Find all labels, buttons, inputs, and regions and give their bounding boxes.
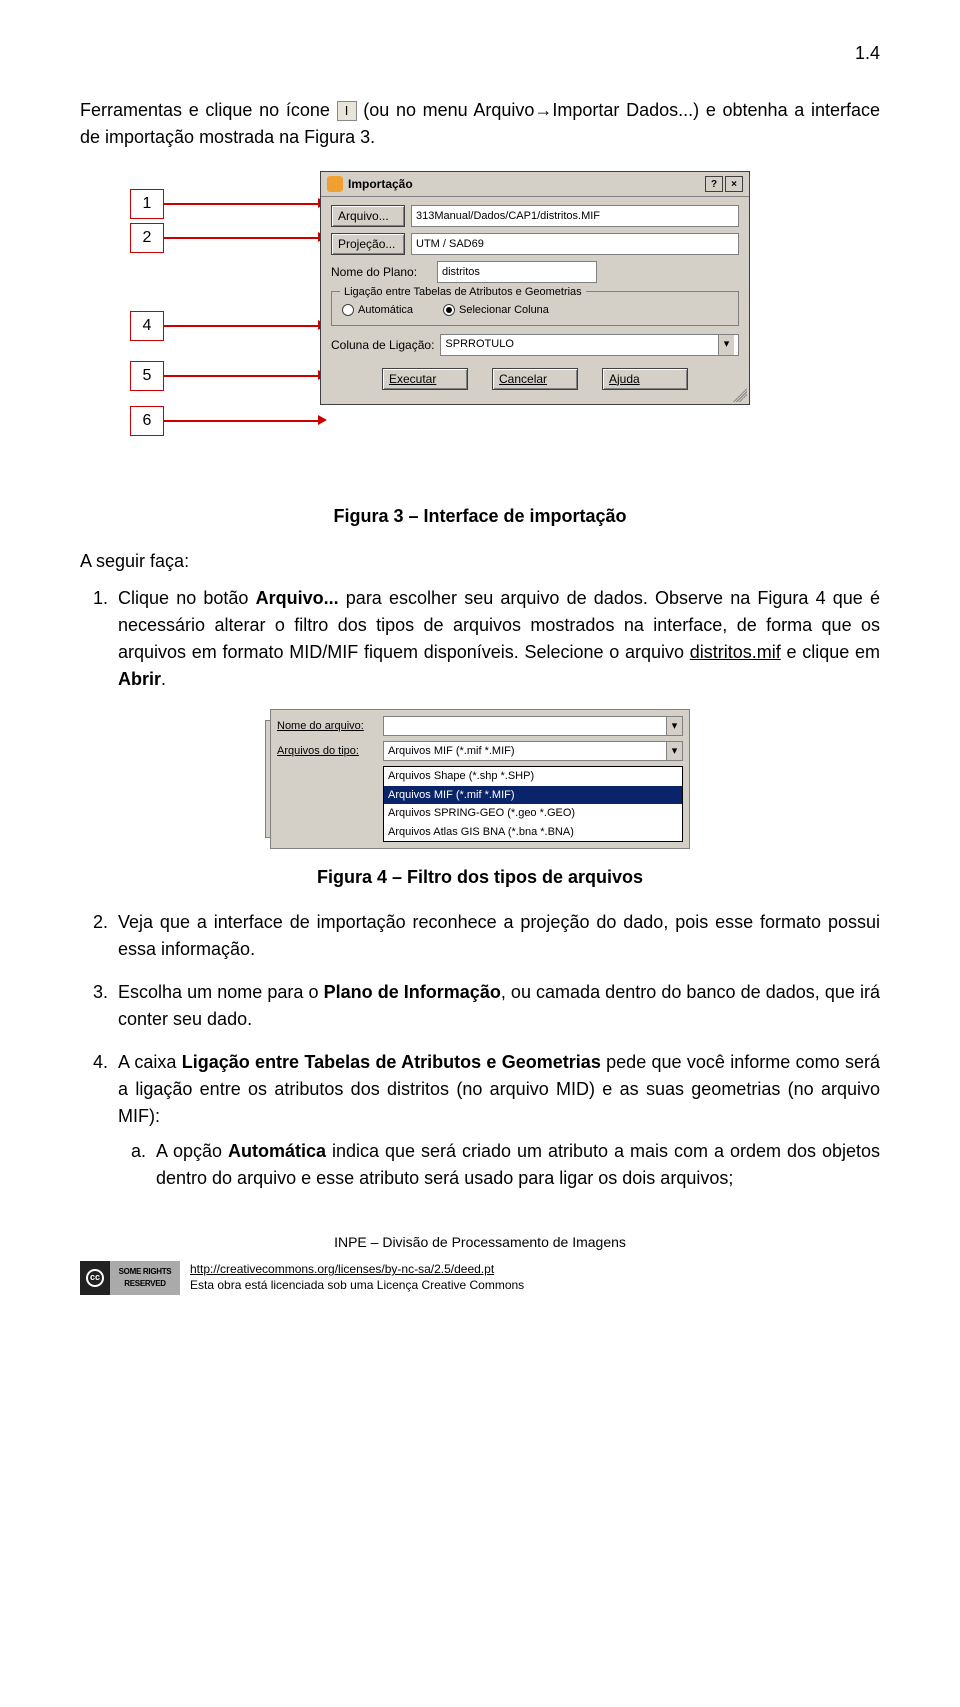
step-4: 4. A caixa Ligação entre Tabelas de Atri…: [110, 1049, 880, 1192]
arquivo-button[interactable]: Arquivo...: [331, 205, 405, 227]
cc-desc: Esta obra está licenciada sob uma Licenç…: [190, 1278, 524, 1292]
option-mif[interactable]: Arquivos MIF (*.mif *.MIF): [384, 786, 682, 805]
option-bna[interactable]: Arquivos Atlas GIS BNA (*.bna *.BNA): [384, 823, 682, 842]
callout-6-line: [164, 420, 320, 422]
nome-arquivo-label: Nome do arquivo:: [277, 718, 377, 735]
dropdown-arrow-icon: ▾: [666, 717, 682, 735]
step-1: 1. Clique no botão Arquivo... para escol…: [110, 585, 880, 693]
step3-strong: Plano de Informação: [324, 982, 501, 1002]
step-4-num: 4.: [80, 1049, 108, 1076]
follow-label: A seguir faça:: [80, 548, 880, 575]
callout-2-line: [164, 237, 320, 239]
executar-button[interactable]: Executar: [382, 368, 468, 390]
tipo-arquivo-label: Arquivos do tipo:: [277, 743, 377, 760]
step-1-num: 1.: [80, 585, 108, 612]
close-button[interactable]: ×: [725, 176, 743, 192]
steps-list: 1. Clique no botão Arquivo... para escol…: [80, 585, 880, 693]
cc-badge: cc SOME RIGHTS RESERVED: [80, 1261, 180, 1295]
step4-a: A caixa: [118, 1052, 182, 1072]
projecao-field[interactable]: UTM / SAD69: [411, 233, 739, 255]
projecao-button[interactable]: Projeção...: [331, 233, 405, 255]
figure3-diagram: 1 2 4 5 6 Importação ? × Arquivo... 313M…: [130, 171, 830, 491]
step3-a: Escolha um nome para o: [118, 982, 324, 1002]
import-icon: I: [337, 101, 357, 121]
radio-selecionar[interactable]: Selecionar Coluna: [443, 302, 549, 319]
figure4-filter-dialog: Nome do arquivo: ▾ Arquivos do tipo: Arq…: [270, 709, 690, 849]
dropdown-arrow-icon: ▾: [666, 742, 682, 760]
nome-arquivo-field[interactable]: ▾: [383, 716, 683, 736]
cc-badge-text: SOME RIGHTS RESERVED: [110, 1261, 180, 1295]
step1-underline: distritos.mif: [690, 642, 781, 662]
callout-1-line: [164, 203, 320, 205]
page-footer: INPE – Divisão de Processamento de Image…: [80, 1232, 880, 1295]
figure4-caption: Figura 4 – Filtro dos tipos de arquivos: [80, 864, 880, 891]
cc-link[interactable]: http://creativecommons.org/licenses/by-n…: [190, 1262, 494, 1276]
intro-text-a: Ferramentas e clique no ícone: [80, 100, 337, 120]
cc-glyph: cc: [86, 1269, 104, 1287]
nome-plano-label: Nome do Plano:: [331, 263, 431, 281]
footer-inpe: INPE – Divisão de Processamento de Image…: [80, 1232, 880, 1253]
steps-list-2: 2. Veja que a interface de importação re…: [80, 909, 880, 1192]
callout-4: 4: [130, 311, 164, 341]
coluna-label: Coluna de Ligação:: [331, 336, 434, 354]
help-button[interactable]: ?: [705, 176, 723, 192]
coluna-value: SPRROTULO: [445, 336, 513, 353]
combo-arrow-icon: ▾: [718, 335, 734, 355]
step4a-strong: Automática: [228, 1141, 326, 1161]
step-2-text: Veja que a interface de importação recon…: [118, 912, 880, 959]
footer-license: cc SOME RIGHTS RESERVED http://creativec…: [80, 1261, 880, 1295]
callout-6: 6: [130, 406, 164, 436]
figure3-caption: Figura 3 – Interface de importação: [80, 503, 880, 530]
radio-auto-label: Automática: [358, 302, 413, 319]
ligacao-fieldset: Ligação entre Tabelas de Atributos e Geo…: [331, 291, 739, 326]
step-4a: a. A opção Automática indica que será cr…: [148, 1138, 880, 1192]
callout-5-line: [164, 375, 320, 377]
coluna-combo[interactable]: SPRROTULO ▾: [440, 334, 739, 356]
dialog-icon: [327, 176, 343, 192]
footer-license-text: http://creativecommons.org/licenses/by-n…: [190, 1262, 524, 1293]
step-2: 2. Veja que a interface de importação re…: [110, 909, 880, 963]
radio-dot-selected: [443, 304, 455, 316]
step1-d: .: [161, 669, 166, 689]
dialog-body: Arquivo... 313Manual/Dados/CAP1/distrito…: [321, 197, 749, 404]
arquivo-field[interactable]: 313Manual/Dados/CAP1/distritos.MIF: [411, 205, 739, 227]
step-3-num: 3.: [80, 979, 108, 1006]
dialog-titlebar: Importação ? ×: [321, 172, 749, 197]
step-3: 3. Escolha um nome para o Plano de Infor…: [110, 979, 880, 1033]
tipo-value: Arquivos MIF (*.mif *.MIF): [384, 743, 515, 760]
step1-a: Clique no botão: [118, 588, 256, 608]
import-dialog: Importação ? × Arquivo... 313Manual/Dado…: [320, 171, 750, 405]
step4a-a: A opção: [156, 1141, 228, 1161]
callout-5: 5: [130, 361, 164, 391]
callout-1: 1: [130, 189, 164, 219]
step4-strong: Ligação entre Tabelas de Atributos e Geo…: [182, 1052, 601, 1072]
step1-strong: Arquivo...: [256, 588, 339, 608]
ajuda-button[interactable]: Ajuda: [602, 368, 688, 390]
step1-strong2: Abrir: [118, 669, 161, 689]
page-number: 1.4: [80, 40, 880, 67]
dialog-title: Importação: [348, 175, 700, 193]
tipo-dropdown-list[interactable]: Arquivos Shape (*.shp *.SHP) Arquivos MI…: [383, 766, 683, 842]
intro-paragraph: Ferramentas e clique no ícone I (ou no m…: [80, 97, 880, 151]
radio-automatica[interactable]: Automática: [342, 302, 413, 319]
callout-4-line: [164, 325, 320, 327]
resize-grip-icon[interactable]: [733, 388, 747, 402]
callout-6-arrow: [318, 415, 327, 425]
radio-sel-label: Selecionar Coluna: [459, 302, 549, 319]
callout-2: 2: [130, 223, 164, 253]
option-shape[interactable]: Arquivos Shape (*.shp *.SHP): [384, 767, 682, 786]
tipo-arquivo-field[interactable]: Arquivos MIF (*.mif *.MIF) ▾: [383, 741, 683, 761]
cancelar-button[interactable]: Cancelar: [492, 368, 578, 390]
nome-plano-field[interactable]: distritos: [437, 261, 597, 283]
step-2-num: 2.: [80, 909, 108, 936]
step4-sublist: a. A opção Automática indica que será cr…: [118, 1138, 880, 1192]
fieldset-legend: Ligação entre Tabelas de Atributos e Geo…: [340, 284, 586, 301]
step-4a-num: a.: [118, 1138, 146, 1165]
step1-c: e clique em: [781, 642, 880, 662]
cc-icon: cc: [80, 1261, 110, 1295]
radio-dot: [342, 304, 354, 316]
left-strip: [265, 720, 271, 838]
option-spring[interactable]: Arquivos SPRING-GEO (*.geo *.GEO): [384, 804, 682, 823]
